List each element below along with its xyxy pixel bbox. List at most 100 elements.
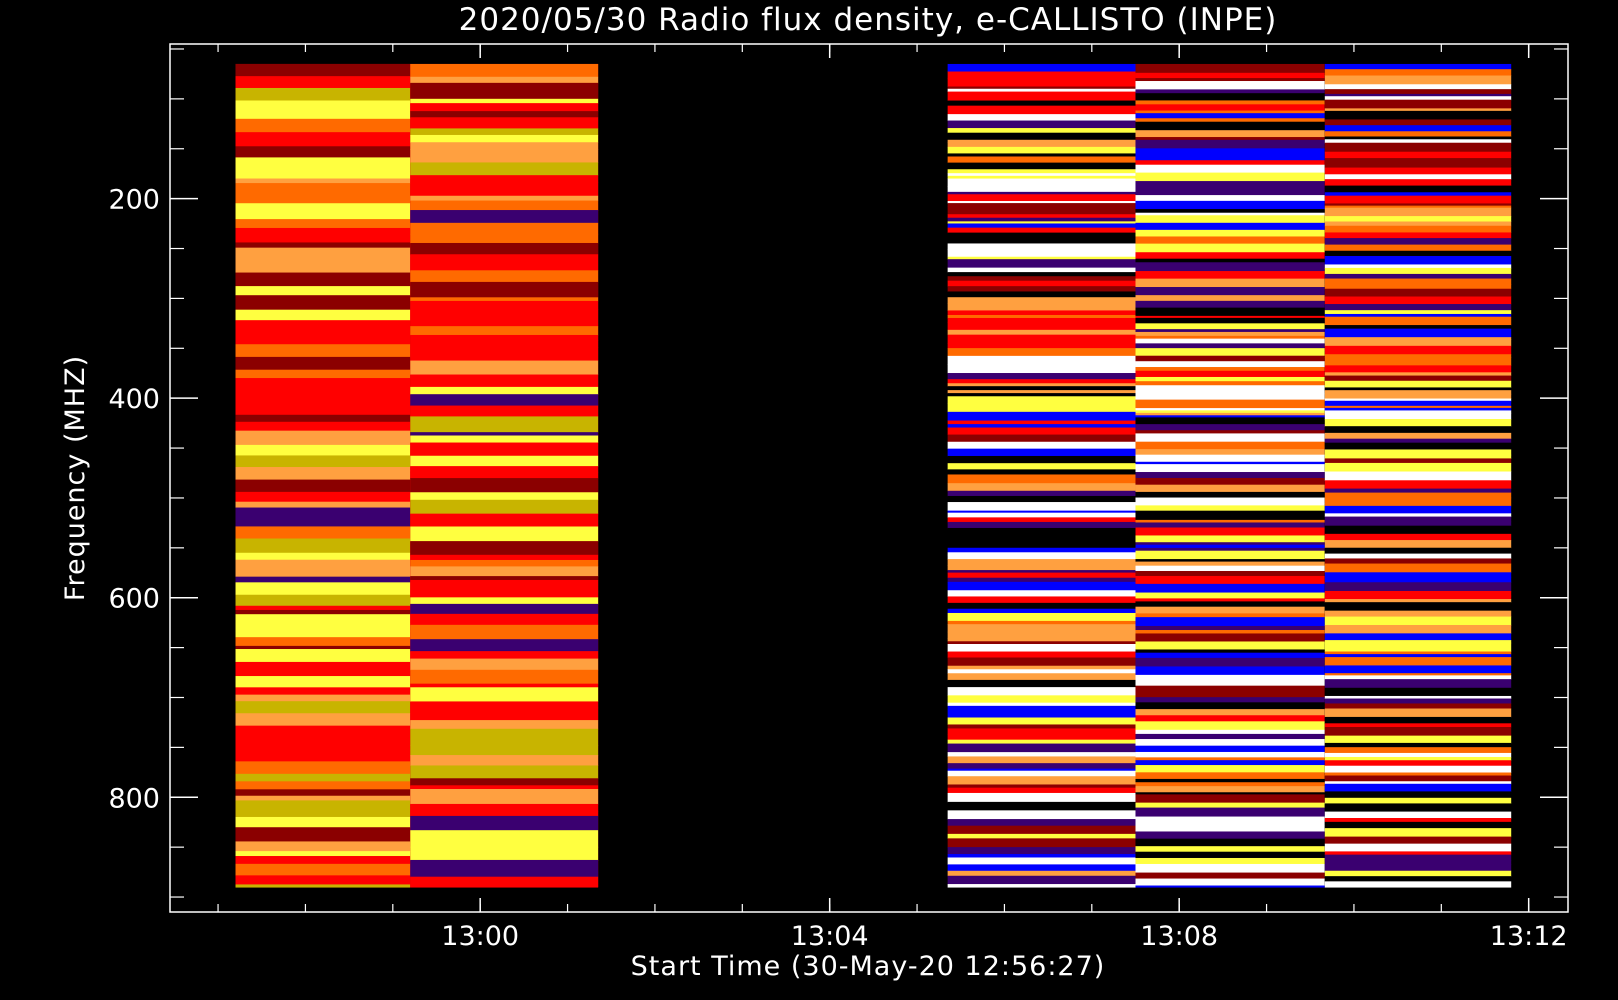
frequency-band [947, 348, 1136, 357]
frequency-band [947, 752, 1136, 757]
frequency-band [1135, 721, 1325, 731]
frequency-band [1135, 399, 1325, 406]
frequency-band [947, 657, 1136, 667]
frequency-band [1135, 287, 1325, 296]
frequency-band [1324, 328, 1512, 338]
frequency-band [947, 565, 1136, 571]
frequency-band [1324, 221, 1512, 227]
frequency-band [235, 63, 411, 77]
frequency-band [410, 707, 599, 721]
frequency-band [1135, 693, 1325, 698]
frequency-band [410, 492, 599, 501]
frequency-band [1324, 225, 1512, 233]
frequency-band [1324, 365, 1512, 373]
frequency-band [235, 356, 411, 371]
frequency-band [1324, 525, 1512, 535]
frequency-band [410, 175, 599, 183]
frequency-band [235, 242, 411, 249]
frequency-band [1135, 522, 1325, 528]
frequency-band [1324, 480, 1512, 490]
frequency-band [1324, 179, 1512, 187]
frequency-band [1135, 278, 1325, 288]
frequency-band [947, 512, 1136, 518]
frequency-band [1135, 782, 1325, 787]
frequency-band [410, 687, 599, 702]
frequency-band [1324, 752, 1512, 758]
frequency-band [1135, 575, 1325, 585]
frequency-band [235, 105, 411, 120]
frequency-band [1324, 797, 1512, 804]
frequency-band [235, 538, 411, 554]
frequency-band [1324, 84, 1512, 90]
frequency-band [1135, 550, 1325, 560]
frequency-band [1324, 139, 1512, 144]
frequency-band [1135, 331, 1325, 337]
frequency-band [947, 638, 1136, 642]
frequency-band [947, 396, 1136, 405]
frequency-band [1324, 811, 1512, 819]
frequency-band [410, 466, 599, 473]
frequency-band [1324, 278, 1512, 285]
frequency-band [1135, 760, 1325, 766]
frequency-band [1324, 516, 1512, 523]
frequency-band [947, 776, 1136, 785]
frequency-band [947, 217, 1136, 222]
frequency-band [1324, 602, 1512, 612]
frequency-band [947, 490, 1136, 497]
frequency-band [1324, 492, 1512, 499]
frequency-band [1324, 462, 1512, 473]
frequency-band [947, 469, 1136, 475]
frequency-band [947, 146, 1136, 154]
frequency-band [947, 379, 1136, 384]
frequency-band [1324, 250, 1512, 257]
frequency-band [235, 395, 411, 403]
frequency-band [1135, 381, 1325, 386]
frequency-band [1324, 698, 1512, 704]
frequency-band [947, 310, 1136, 316]
frequency-band [1135, 477, 1325, 486]
frequency-band [1135, 189, 1325, 196]
frequency-band [947, 280, 1136, 287]
frequency-band [947, 223, 1136, 229]
frequency-band [947, 334, 1136, 344]
x-tick-label: 13:00 [441, 921, 519, 952]
frequency-band [1135, 307, 1325, 317]
frequency-band [947, 533, 1136, 543]
frequency-band [1324, 836, 1512, 845]
frequency-band [947, 194, 1136, 202]
frequency-band [410, 103, 599, 112]
frequency-band [947, 71, 1136, 79]
frequency-band [410, 222, 599, 235]
frequency-band [410, 624, 599, 640]
frequency-band [1135, 195, 1325, 202]
frequency-band [947, 403, 1136, 413]
frequency-band [947, 612, 1136, 622]
frequency-band [1135, 484, 1325, 493]
frequency-band [1324, 610, 1512, 618]
frequency-band [1135, 794, 1325, 804]
frequency-band [1135, 454, 1325, 463]
y-tick-label: 400 [108, 384, 160, 415]
frequency-band [1324, 821, 1512, 829]
frequency-band [1135, 367, 1325, 372]
frequency-band [1324, 521, 1512, 527]
frequency-band [1324, 772, 1512, 777]
frequency-band [1135, 271, 1325, 280]
frequency-band [947, 153, 1136, 157]
frequency-band [947, 833, 1136, 839]
frequency-band [1324, 642, 1512, 653]
frequency-band [947, 665, 1136, 670]
frequency-band [235, 272, 411, 287]
frequency-band [947, 527, 1136, 535]
frequency-band [1135, 657, 1325, 667]
frequency-band [235, 470, 411, 481]
frequency-band [1135, 497, 1325, 504]
frequency-band [1324, 192, 1512, 197]
frequency-band [947, 156, 1136, 164]
frequency-band [235, 687, 411, 696]
frequency-band [1324, 553, 1512, 559]
frequency-band [235, 386, 411, 397]
frequency-band [1324, 310, 1512, 315]
frequency-band [1324, 412, 1512, 420]
frequency-band [235, 491, 411, 503]
